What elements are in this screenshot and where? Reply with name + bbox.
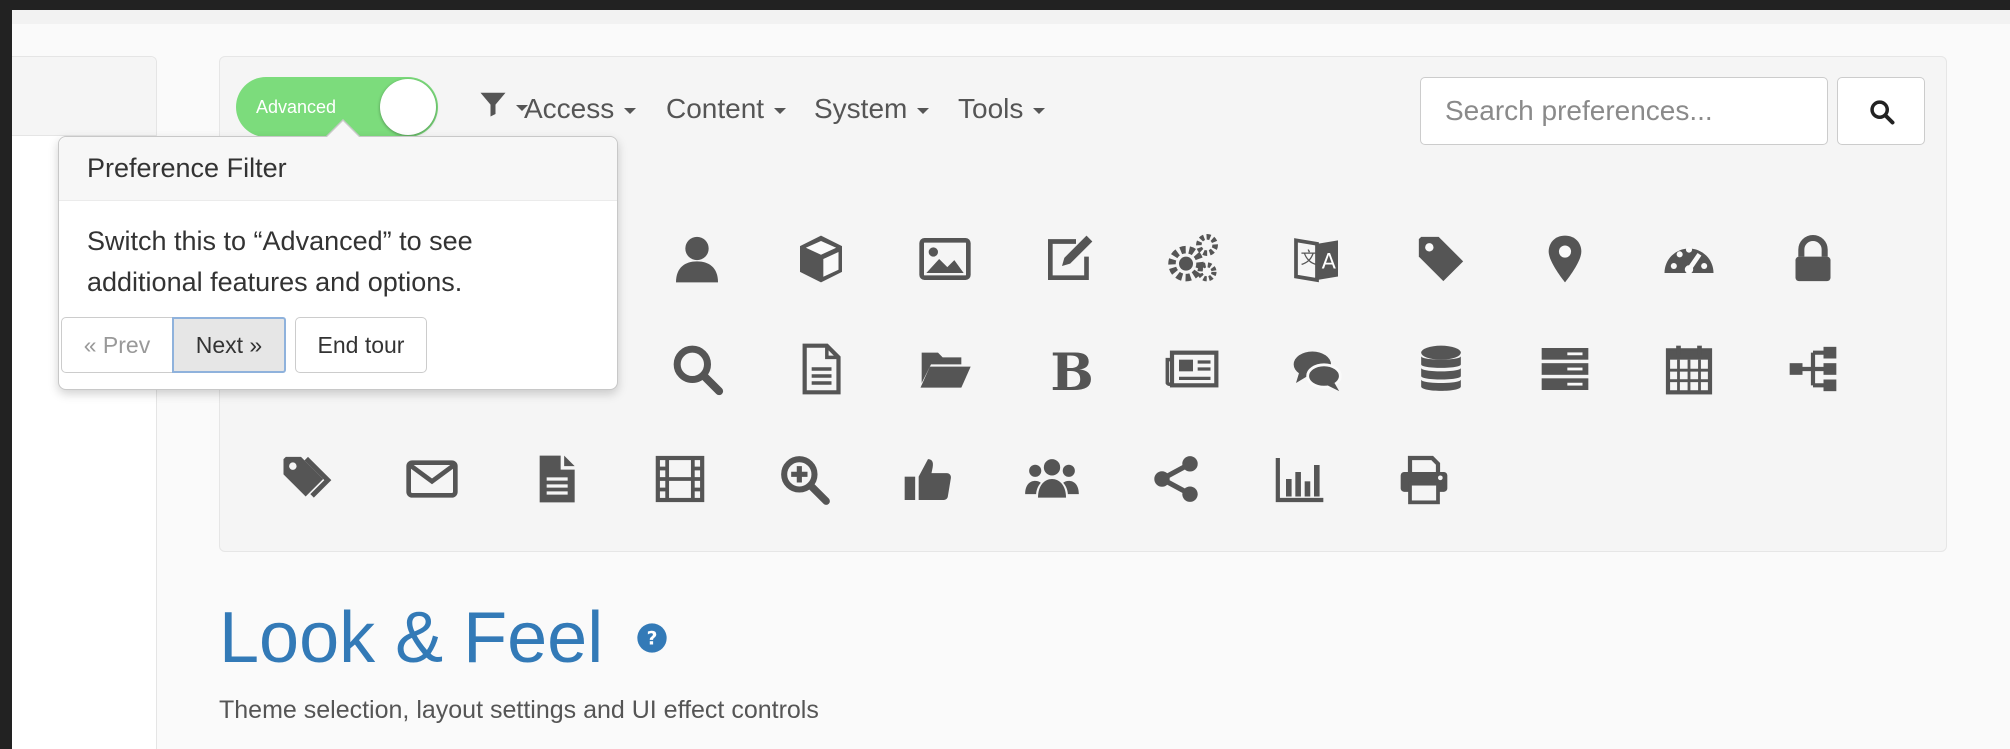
server-icon[interactable] — [1535, 339, 1595, 399]
tags-icon[interactable] — [278, 449, 338, 509]
search-preferences-input[interactable] — [1420, 77, 1828, 145]
file-text-icon[interactable] — [791, 339, 851, 399]
preference-filter-popover: Preference Filter Switch this to “Advanc… — [58, 119, 618, 390]
page-subtitle: Theme selection, layout settings and UI … — [219, 696, 819, 724]
page-title: Look & Feel — [219, 598, 604, 678]
page: Advanced Access Content System Tools Sea… — [12, 10, 2010, 749]
comments-icon[interactable] — [1287, 339, 1347, 399]
language-icon[interactable]: A文 — [1287, 229, 1347, 289]
popover-arrow-inner — [326, 121, 360, 138]
chevron-down-icon — [624, 107, 637, 114]
share-icon[interactable] — [1146, 449, 1206, 509]
chevron-down-icon — [1033, 107, 1046, 114]
search-button[interactable] — [1837, 77, 1925, 145]
users-icon[interactable] — [1022, 449, 1082, 509]
svg-text:B: B — [1050, 343, 1093, 397]
top-strip — [12, 10, 2010, 24]
menu-tools-label: Tools — [958, 93, 1024, 124]
toggle-label: Advanced — [256, 97, 337, 117]
chevron-down-icon — [917, 107, 930, 114]
filter-icon — [480, 92, 506, 117]
film-icon[interactable] — [650, 449, 710, 509]
svg-text:文: 文 — [1301, 249, 1317, 268]
popover-body-line-2: additional features and options. — [87, 267, 463, 297]
left-panel-header — [12, 57, 156, 136]
popover-body-line-1: Switch this to “Advanced” to see — [87, 226, 473, 256]
end-tour-button[interactable]: End tour — [295, 317, 427, 373]
bold-icon[interactable]: B — [1039, 339, 1099, 399]
bar-chart-icon[interactable] — [1270, 449, 1330, 509]
search-icon[interactable] — [667, 339, 727, 399]
tour-prev-button[interactable]: « Prev — [61, 317, 173, 373]
question-circle-icon[interactable]: ? — [636, 622, 668, 654]
thumbs-up-icon[interactable] — [898, 449, 958, 509]
edit-icon[interactable] — [1039, 229, 1099, 289]
chevron-down-icon — [774, 107, 787, 114]
menu-content[interactable]: Content — [666, 93, 787, 125]
menu-system[interactable]: System — [814, 93, 930, 125]
folder-open-icon[interactable] — [915, 339, 975, 399]
calendar-icon[interactable] — [1659, 339, 1719, 399]
cube-icon[interactable] — [791, 229, 851, 289]
sitemap-icon[interactable] — [1783, 339, 1843, 399]
cogs-icon[interactable] — [1163, 229, 1223, 289]
svg-text:A: A — [1322, 249, 1337, 273]
tour-next-button[interactable]: Next » — [172, 317, 286, 373]
newspaper-icon[interactable] — [1163, 339, 1223, 399]
database-icon[interactable] — [1411, 339, 1471, 399]
file-icon[interactable] — [526, 449, 586, 509]
lock-icon[interactable] — [1783, 229, 1843, 289]
popover-body: Switch this to “Advanced” to see additio… — [59, 201, 617, 303]
popover-title: Preference Filter — [59, 137, 617, 201]
zoom-in-icon[interactable] — [774, 449, 834, 509]
map-marker-icon[interactable] — [1535, 229, 1595, 289]
search-icon — [1870, 100, 1895, 125]
svg-text:?: ? — [647, 629, 658, 650]
toggle-knob — [380, 79, 436, 135]
tag-icon[interactable] — [1411, 229, 1471, 289]
user-icon[interactable] — [667, 229, 727, 289]
menu-content-label: Content — [666, 93, 765, 124]
envelope-icon[interactable] — [402, 449, 462, 509]
menu-access[interactable]: Access — [524, 93, 637, 125]
print-icon[interactable] — [1394, 449, 1454, 509]
menu-system-label: System — [814, 93, 908, 124]
menu-access-label: Access — [524, 93, 615, 124]
image-icon[interactable] — [915, 229, 975, 289]
menu-tools[interactable]: Tools — [958, 93, 1046, 125]
dashboard-icon[interactable] — [1659, 229, 1719, 289]
